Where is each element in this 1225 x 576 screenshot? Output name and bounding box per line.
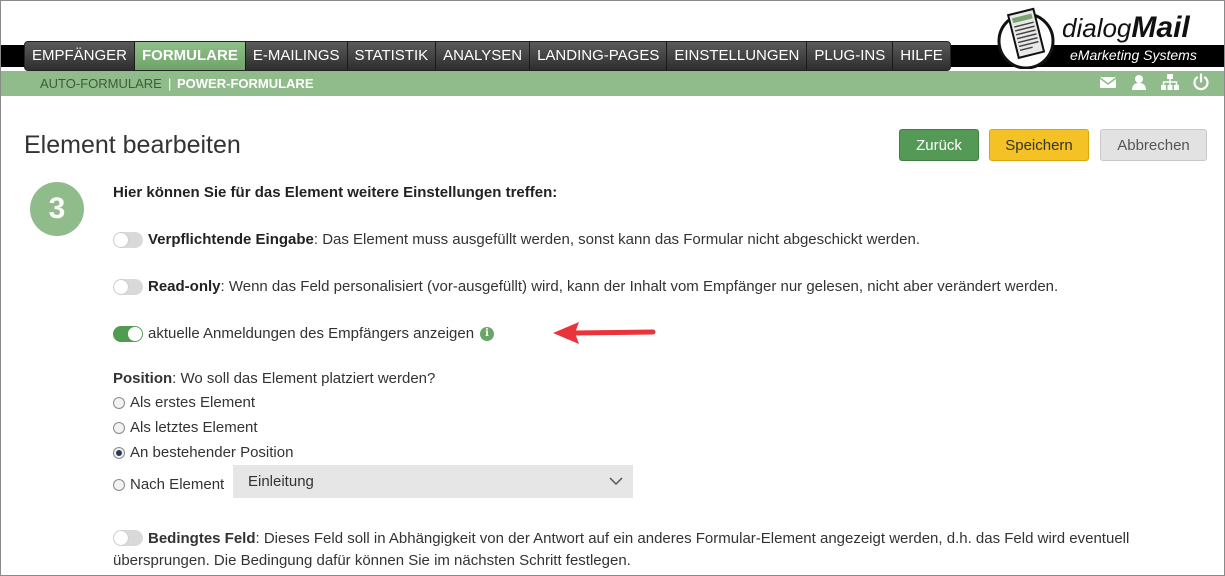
readonly-option: Read-only : Wenn das Feld personalisiert… xyxy=(113,278,1058,295)
power-icon[interactable] xyxy=(1192,73,1210,91)
radio-last-label: Als letztes Element xyxy=(130,419,258,436)
readonly-toggle[interactable] xyxy=(113,278,143,295)
page-title: Element bearbeiten xyxy=(24,131,241,159)
radio-last[interactable] xyxy=(113,421,125,434)
section-heading: Hier können Sie für das Element weitere … xyxy=(113,184,558,201)
after-element-value: Einleitung xyxy=(248,473,314,490)
radio-first-label: Als erstes Element xyxy=(130,394,256,411)
app-window: EMPFÄNGER FORMULARE E-MAILINGS STATISTIK… xyxy=(0,0,1225,576)
conditional-option: Bedingtes Feld: Dieses Feld soll in Abhä… xyxy=(113,528,1208,572)
readonly-description: : Wenn das Feld personalisiert (vor-ausg… xyxy=(220,278,1059,295)
nav-item-formulare[interactable]: FORMULARE xyxy=(135,42,246,70)
radio-existing[interactable] xyxy=(113,446,125,459)
subnav-separator: | xyxy=(168,76,172,91)
nav-item-analysen[interactable]: ANALYSEN xyxy=(436,42,531,70)
radio-existing-position[interactable]: An bestehender Position xyxy=(113,444,293,461)
registrations-label: aktuelle Anmeldungen des Empfängers anze… xyxy=(148,325,475,342)
nav-item-landing-pages[interactable]: LANDING-PAGES xyxy=(530,42,668,70)
radio-existing-label: An bestehender Position xyxy=(130,444,294,461)
registrations-toggle[interactable] xyxy=(113,325,143,342)
radio-after-label: Nach Element xyxy=(130,476,225,493)
subnav-item-power-formulare[interactable]: POWER-FORMULARE xyxy=(177,76,314,91)
main-nav: EMPFÄNGER FORMULARE E-MAILINGS STATISTIK… xyxy=(24,41,951,71)
info-icon[interactable]: i xyxy=(480,326,495,341)
nav-item-e-mailings[interactable]: E-MAILINGS xyxy=(245,42,348,70)
radio-after-element[interactable]: Nach Element xyxy=(113,476,224,493)
registrations-option: aktuelle Anmeldungen des Empfängers anze… xyxy=(113,325,495,342)
dialogmail-logo: dialogMail eMarketing Systems xyxy=(996,5,1211,69)
save-button[interactable]: Speichern xyxy=(989,129,1089,161)
mandatory-toggle[interactable] xyxy=(113,231,143,248)
nav-item-plug-ins[interactable]: PLUG-INS xyxy=(807,42,894,70)
radio-first[interactable] xyxy=(113,396,125,409)
nav-item-hilfe[interactable]: HILFE xyxy=(893,42,950,70)
radio-first-element[interactable]: Als erstes Element xyxy=(113,394,255,411)
conditional-label: Bedingtes Feld xyxy=(148,530,256,547)
sitemap-icon[interactable] xyxy=(1161,73,1179,91)
user-icon[interactable] xyxy=(1130,73,1148,91)
position-label: Position: Wo soll das Element platziert … xyxy=(113,370,436,387)
annotation-arrow xyxy=(553,322,656,344)
header: EMPFÄNGER FORMULARE E-MAILINGS STATISTIK… xyxy=(1,1,1224,71)
nav-item-statistik[interactable]: STATISTIK xyxy=(347,42,437,70)
mandatory-description: : Das Element muss ausgefüllt werden, so… xyxy=(313,231,920,248)
conditional-toggle[interactable] xyxy=(113,530,143,546)
sub-nav: AUTO-FORMULARE | POWER-FORMULARE xyxy=(1,71,1224,96)
newspaper-logo-icon xyxy=(997,7,1055,69)
conditional-description: : Dieses Feld soll in Abhängigkeit von d… xyxy=(113,530,1130,569)
nav-item-einstellungen[interactable]: EINSTELLUNGEN xyxy=(667,42,808,70)
nav-item-empfaenger[interactable]: EMPFÄNGER xyxy=(25,42,136,70)
after-element-select[interactable]: Einleitung xyxy=(233,465,633,498)
logo-wordmark: dialogMail xyxy=(1062,11,1190,44)
mandatory-label: Verpflichtende Eingabe xyxy=(148,231,314,248)
logo-tagline: eMarketing Systems xyxy=(1070,47,1197,63)
readonly-label: Read-only xyxy=(148,278,221,295)
radio-last-element[interactable]: Als letztes Element xyxy=(113,419,258,436)
back-button[interactable]: Zurück xyxy=(899,129,979,161)
subnav-item-auto-formulare[interactable]: AUTO-FORMULARE xyxy=(40,76,162,91)
radio-after[interactable] xyxy=(113,478,125,491)
cancel-button[interactable]: Abbrechen xyxy=(1100,129,1207,161)
step-badge: 3 xyxy=(30,182,84,236)
chevron-down-icon xyxy=(609,477,623,486)
mandatory-option: Verpflichtende Eingabe : Das Element mus… xyxy=(113,231,920,248)
envelope-icon[interactable] xyxy=(1099,73,1117,91)
utility-icons xyxy=(1099,73,1210,91)
